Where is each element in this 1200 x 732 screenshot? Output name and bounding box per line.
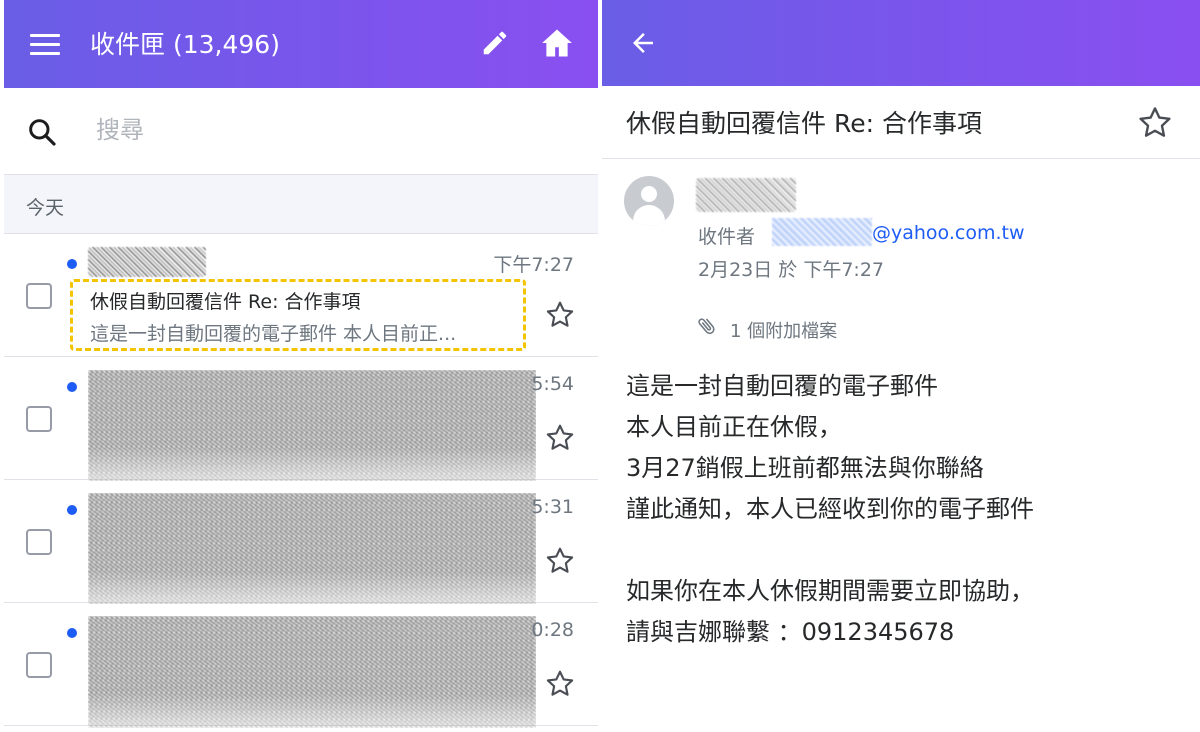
recipient-email[interactable]: @yahoo.com.tw: [872, 222, 1025, 244]
message-content-redacted: [88, 493, 536, 605]
body-line: 如果你在本人休假期間需要立即協助，: [626, 577, 1034, 605]
message-checkbox[interactable]: [26, 406, 52, 432]
body-line: 本人目前正在休假，: [626, 413, 842, 441]
star-outline-icon[interactable]: [1136, 104, 1174, 142]
email-body: 這是一封自動回覆的電子郵件 本人目前正在休假， 3月27銷假上班前都無法與你聯絡…: [626, 366, 1186, 653]
star-outline-icon[interactable]: [544, 422, 576, 454]
body-line: 這是一封自動回覆的電子郵件: [626, 372, 938, 400]
message-time: 5:54: [531, 373, 574, 395]
search-bar: [4, 88, 598, 174]
message-content-redacted: [88, 616, 536, 728]
unread-indicator: [67, 628, 77, 638]
message-checkbox[interactable]: [26, 652, 52, 678]
message-time: 0:28: [531, 619, 574, 641]
person-icon[interactable]: [624, 176, 674, 226]
message-row[interactable]: 5:31: [4, 481, 598, 605]
body-line: 請與吉娜聯繫 ：0912345678: [626, 618, 955, 646]
home-icon[interactable]: [540, 26, 574, 60]
star-outline-icon[interactable]: [544, 668, 576, 700]
message-detail-panel: 休假自動回覆信件 Re: 合作事項 收件者 @yahoo.com.tw 2月23…: [602, 0, 1200, 732]
message-content-redacted: [88, 370, 536, 482]
body-line: 謹此通知，本人已經收到你的電子郵件: [626, 495, 1034, 523]
pencil-icon[interactable]: [480, 28, 510, 58]
message-checkbox[interactable]: [26, 529, 52, 555]
search-icon[interactable]: [26, 116, 58, 148]
hamburger-menu-icon[interactable]: [30, 31, 62, 57]
unread-indicator: [67, 382, 77, 392]
detail-header: [602, 0, 1200, 86]
section-label: 今天: [26, 197, 65, 219]
message-time: 5:31: [531, 496, 574, 518]
sender-name-redacted: [88, 247, 206, 277]
attachment-count[interactable]: 1 個附加檔案: [730, 317, 837, 343]
inbox-header: 收件匣 (13,496): [4, 0, 598, 88]
paperclip-icon[interactable]: [696, 315, 718, 337]
message-row[interactable]: 5:54: [4, 358, 598, 482]
inbox-panel: 收件匣 (13,496) 今天 下午7:27 休假自動回覆信件 Re: 合作事項…: [4, 0, 598, 732]
email-subject: 休假自動回覆信件 Re: 合作事項: [626, 109, 982, 138]
message-row[interactable]: 0:28: [4, 604, 598, 728]
message-subject: 休假自動回覆信件 Re: 合作事項: [90, 291, 361, 313]
recipient-label: 收件者: [698, 226, 756, 248]
email-date: 2月23日 於 下午7:27: [698, 259, 885, 281]
subject-divider: [602, 158, 1200, 159]
search-input[interactable]: [96, 110, 546, 150]
body-line: [626, 530, 1186, 571]
unread-indicator: [67, 505, 77, 515]
unread-count: (13,496): [172, 30, 280, 59]
recipient-username-redacted: [772, 218, 872, 246]
message-snippet: 這是一封自動回覆的電子郵件 本人目前正...: [90, 323, 457, 345]
star-outline-icon[interactable]: [544, 299, 576, 331]
date-section-header: 今天: [4, 174, 598, 234]
sender-name-redacted: [696, 178, 796, 212]
folder-name: 收件匣: [90, 30, 166, 59]
unread-indicator: [67, 259, 77, 269]
arrow-left-icon[interactable]: [628, 28, 658, 58]
inbox-title: 收件匣 (13,496): [90, 27, 280, 63]
message-time: 下午7:27: [493, 254, 574, 276]
message-row[interactable]: 下午7:27 休假自動回覆信件 Re: 合作事項 這是一封自動回覆的電子郵件 本…: [4, 235, 598, 357]
message-checkbox[interactable]: [26, 283, 52, 309]
body-line: 3月27銷假上班前都無法與你聯絡: [626, 454, 984, 482]
star-outline-icon[interactable]: [544, 545, 576, 577]
